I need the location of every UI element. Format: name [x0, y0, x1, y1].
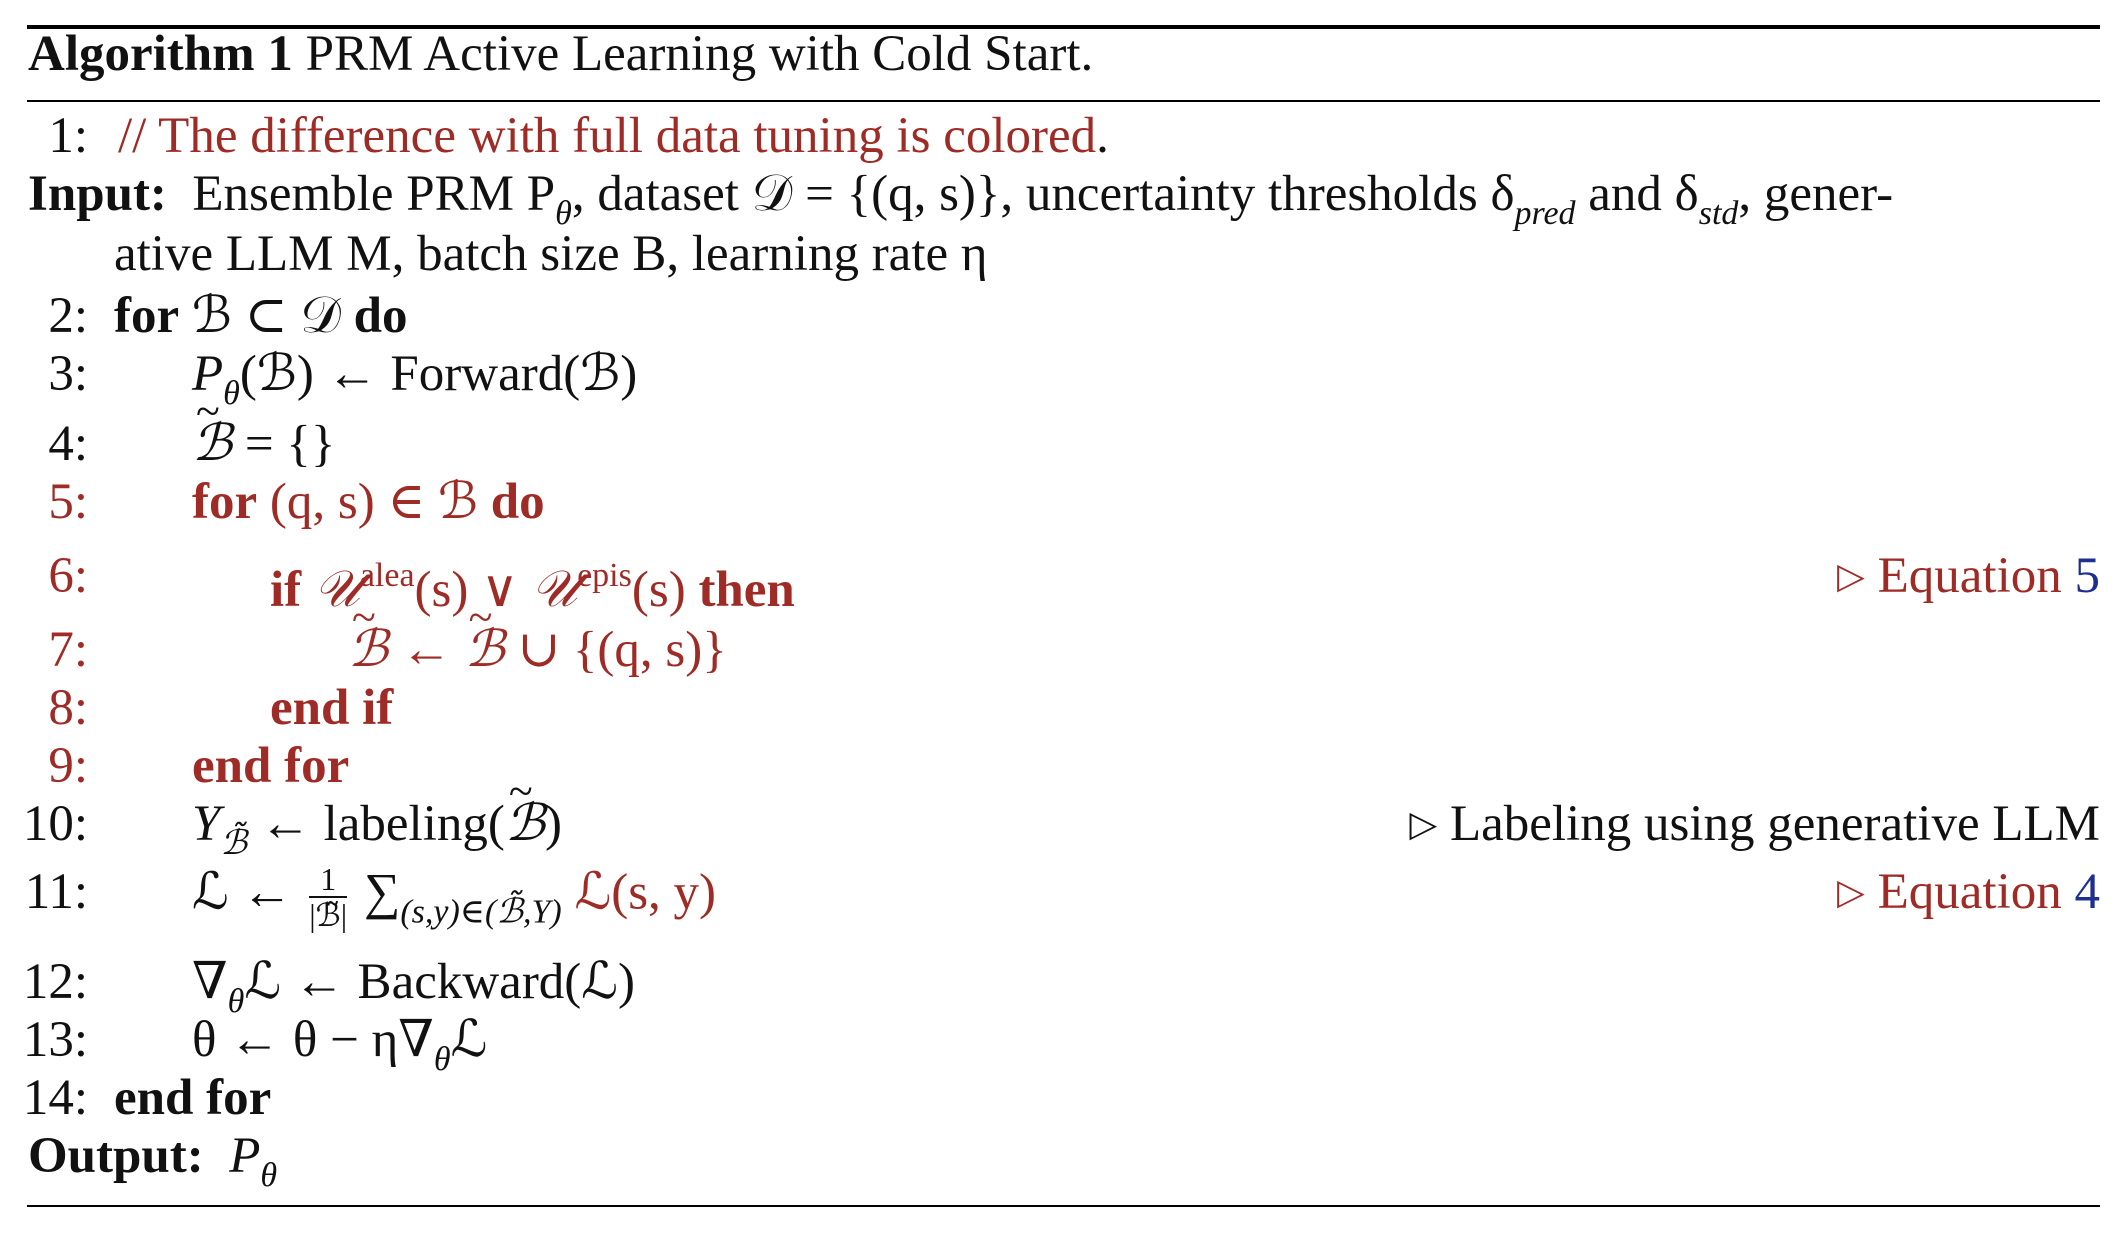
line-6: 6: if 𝒰alea(s) ∨ 𝒰epis(s) then ▷ Equatio…: [48, 548, 2101, 618]
algorithm-label: Algorithm 1: [28, 26, 293, 82]
algorithm-title: Algorithm 1 PRM Active Learning with Col…: [28, 24, 2120, 84]
equation-reference: ▷ Equation 5: [1837, 548, 2101, 604]
line-10: 10: Yℬ̃ ← labeling(ℬ) ▷ Labeling using g…: [0, 762, 2120, 862]
algorithm-name: PRM Active Learning with Cold Start.: [305, 26, 1094, 82]
line-4: 4: ℬ = {}: [0, 382, 2120, 474]
line-3: 3: Pθ(ℬ) ← Forward(ℬ): [48, 346, 638, 412]
header-rule: [27, 100, 2100, 102]
comment-text: // The difference with full data tuning …: [118, 108, 1097, 164]
input-line-cont: ative LLM M, batch size B, learning rate…: [114, 226, 988, 282]
line-11: 11: ℒ ← 1 |ℬ̃| ∑(s,y)∈(ℬ̃,Y) ℒ(s, y) ▷ Eq…: [24, 861, 2101, 933]
equation-link[interactable]: 4: [2075, 864, 2101, 920]
comment: ▷ Labeling using generative LLM: [1409, 796, 2101, 852]
line-13: 13: θ ← θ − η∇θℒ: [22, 1012, 488, 1078]
equation-reference: ▷ Equation 4: [1837, 864, 2101, 920]
line-2: 2: for ℬ ⊂ 𝒟 do: [48, 288, 408, 344]
line-8: 8: end if: [48, 680, 394, 736]
output-label: Output:: [28, 1128, 204, 1184]
input-label: Input:: [28, 166, 167, 222]
line-number: 1:: [48, 108, 88, 164]
output-line: Output: Pθ: [28, 1128, 278, 1194]
equation-link[interactable]: 5: [2075, 548, 2101, 604]
input-line: Input: Ensemble PRM Pθ, dataset 𝒟 = {(q,…: [28, 166, 1894, 232]
line-14: 14: end for: [22, 1070, 272, 1126]
line-12: 12: ∇θℒ ← Backward(ℒ): [22, 954, 635, 1020]
line-7: 7: ℬ ← ℬ ∪ {(q, s)}: [0, 588, 2120, 680]
line-5: 5: for (q, s) ∈ ℬ do: [48, 474, 545, 530]
bottom-rule: [27, 1205, 2100, 1207]
line-1: 1: // The difference with full data tuni…: [0, 106, 2120, 166]
line-9: 9: end for: [48, 738, 350, 794]
